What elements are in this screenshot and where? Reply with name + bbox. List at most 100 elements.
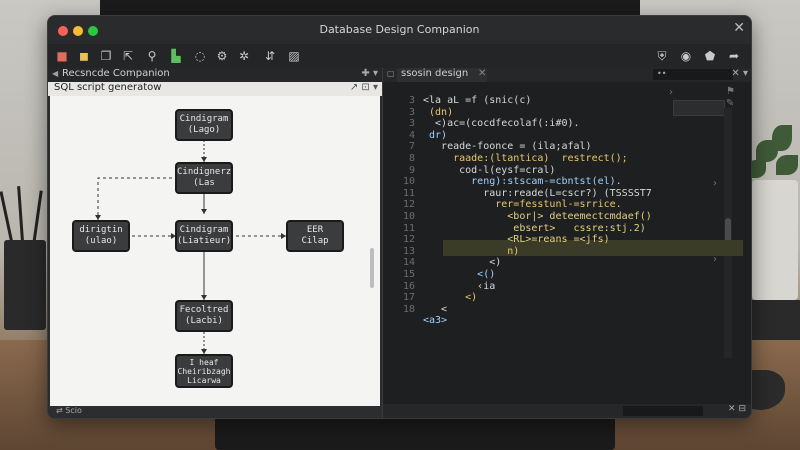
app-window: Database Design Companion ✕ ■ ◼ ❐ ⇱ ⚲ ▙ …: [47, 15, 752, 419]
line-number: 11: [402, 187, 415, 199]
diagram-node[interactable]: Fecoltred (Lacbi): [175, 300, 233, 332]
editor-menu-icon[interactable]: ✕ ▾: [731, 68, 748, 79]
line-number: 3: [408, 118, 415, 130]
code-line: raur:reade(L=cscr?) (TSSSST7: [423, 187, 652, 199]
copy-icon[interactable]: ❐: [98, 48, 114, 64]
node-label: EER: [306, 225, 324, 235]
export-icon[interactable]: ⇱: [120, 48, 136, 64]
diagram-node[interactable]: EER Cilap: [286, 220, 344, 252]
diagram-node[interactable]: Cindigram (Liatieur): [175, 220, 233, 252]
code-line: <(): [423, 269, 496, 280]
toolbar: ■ ◼ ❐ ⇱ ⚲ ▙ ◌ ⚙ ✲ ⇵ ▨ ⛨ ◉ ⬟ ➦: [48, 44, 751, 69]
close-tab-icon[interactable]: ✕: [478, 68, 486, 79]
code-line: <): [423, 257, 502, 269]
chart-icon[interactable]: ▙: [168, 48, 184, 64]
panel-subheader-label: SQL script generatow: [54, 82, 162, 93]
editor-tab[interactable]: ssosin design: [397, 68, 487, 82]
code-line: dr): [423, 129, 448, 141]
node-label: Fecoltred: [179, 305, 229, 315]
database-icon[interactable]: ◼: [76, 48, 92, 64]
search-icon[interactable]: ⚲: [144, 48, 160, 64]
code-line: ‹ia: [423, 280, 496, 292]
code-line: (dn): [423, 106, 454, 118]
diagram-node[interactable]: Cindignerz (Las: [175, 162, 233, 194]
panel-footer: ⇄ Scio: [48, 406, 382, 418]
node-label: Cindigram: [179, 225, 229, 235]
code-line: <): [423, 292, 478, 304]
share-icon[interactable]: ⇵: [262, 48, 278, 64]
line-number: 12: [402, 199, 415, 211]
line-number: 14: [402, 257, 415, 269]
code-line: n): [423, 245, 520, 257]
code-line: <la aL =f (snic(c): [423, 95, 532, 106]
diagram-node[interactable]: dirigtin (ulao): [72, 220, 130, 252]
shield-icon[interactable]: ⛨: [654, 48, 670, 64]
diagram-canvas[interactable]: Cindigram (Lago) Cindignerz (Las dirigti…: [50, 96, 380, 406]
node-sublabel: (Lago): [187, 125, 221, 135]
diagram-scrollbar[interactable]: [370, 248, 374, 288]
panel-header-controls[interactable]: ✚ ▾: [361, 68, 378, 79]
window-title: Database Design Companion: [319, 23, 480, 36]
diagram-node[interactable]: Cindigram (Lago): [175, 109, 233, 141]
node-sublabel: (Liatieur): [177, 236, 232, 246]
code-editor-panel: ▢ ssosin design ✕ •• ✕ ▾ ⚑ ✎ › › › 3 <la …: [382, 68, 751, 418]
node-sublabel: Cilap: [301, 236, 329, 246]
line-number: 4: [408, 129, 415, 141]
image-icon[interactable]: ▨: [286, 48, 302, 64]
code-line: <bor|> deteemectcmdaef(): [423, 211, 652, 222]
clock-icon[interactable]: ◉: [678, 48, 694, 64]
layers-icon[interactable]: ■: [54, 48, 70, 64]
pin-icon[interactable]: ◀: [52, 69, 58, 78]
editor-search-input[interactable]: ••: [653, 69, 733, 80]
node-sublabel: Licarwa: [187, 376, 221, 385]
code-area[interactable]: 3 <la aL =f (snic(c) 3 (dn) 3 <)ac=(cocdfec…: [383, 82, 751, 402]
code-line: rer=fesstunl-=srrice.: [423, 199, 622, 211]
diagram-node[interactable]: I heaf Cheiribzagh Licarwa: [175, 354, 233, 388]
status-field[interactable]: [623, 406, 703, 416]
line-number: 18: [402, 303, 415, 315]
settings-icon[interactable]: ⚙: [214, 48, 230, 64]
line-number: 17: [402, 292, 415, 304]
node-sublabel: (Las: [193, 178, 215, 188]
code-line: cod-l(eysf=cral): [423, 164, 556, 176]
line-number: 9: [408, 164, 415, 176]
panel-header-label: Recsncde Companion: [62, 68, 170, 79]
node-label: I heaf: [189, 358, 219, 367]
close-icon[interactable]: ✕: [733, 20, 745, 36]
line-number: 3: [408, 106, 415, 118]
line-number: 12: [402, 234, 415, 246]
code-line: <)ac=(cocdfecolaf(:i#0).: [423, 118, 580, 130]
panel-subheader-controls[interactable]: ↗ ⊡ ▾: [350, 82, 378, 93]
tag-icon[interactable]: ⬟: [702, 48, 718, 64]
panel-header: ◀ Recsncde Companion ✚ ▾: [48, 68, 382, 82]
line-number: 7: [408, 141, 415, 153]
node-label: Cindignerz: [177, 167, 232, 177]
code-line: <RL>=reans =<jfs): [423, 234, 610, 246]
title-bar[interactable]: Database Design Companion ✕: [48, 16, 751, 44]
background-pencil-cup: [0, 186, 48, 330]
code-line: <: [423, 303, 448, 315]
line-number: 8: [408, 153, 415, 164]
line-number: 10: [402, 176, 415, 188]
refresh-icon[interactable]: ◌: [192, 48, 208, 64]
status-controls[interactable]: ✕ ⊟: [728, 404, 746, 414]
line-number: 3: [408, 95, 415, 106]
background-speaker: [752, 300, 800, 340]
editor-status-bar: ✕ ⊟: [383, 404, 751, 418]
code-line: reade-foonce = (ila;afal): [423, 141, 592, 153]
node-label: dirigtin: [79, 225, 123, 235]
node-sublabel: (Lacbi): [185, 316, 223, 326]
forward-icon[interactable]: ➦: [726, 48, 742, 64]
line-number: 10: [402, 211, 415, 222]
code-line: ebsert> cssre:stj.2): [423, 222, 646, 234]
editor-tab-bar: ▢ ssosin design ✕ •• ✕ ▾: [383, 68, 751, 82]
code-line: raade:(ltantica) restrect();: [423, 153, 628, 164]
panel-subheader: SQL script generatow ↗ ⊡ ▾: [48, 82, 382, 96]
line-number: 15: [402, 269, 415, 280]
node-sublabel: Cheiribzagh: [177, 367, 231, 376]
line-number: 13: [402, 245, 415, 257]
puzzle-icon[interactable]: ✲: [236, 48, 252, 64]
line-number: 11: [402, 222, 415, 234]
file-icon: ▢: [387, 69, 395, 78]
code-line: reng):stscam-=cbntst(el).: [423, 176, 622, 188]
